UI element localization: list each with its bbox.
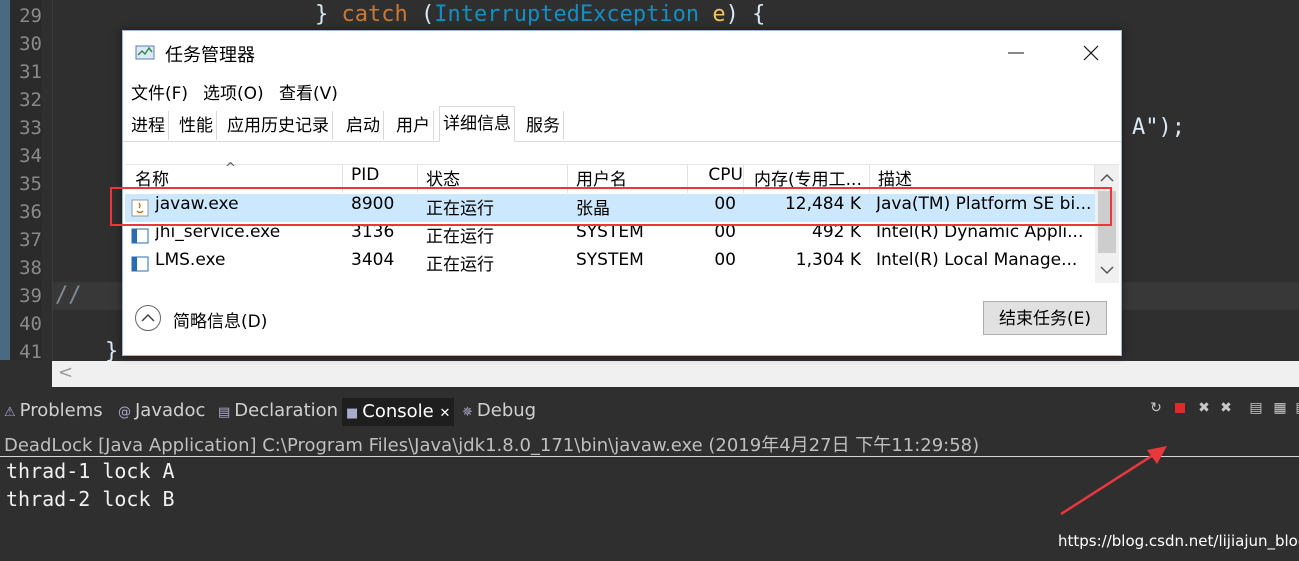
line-number: 29 bbox=[19, 5, 42, 27]
tab-processes[interactable]: 进程 bbox=[128, 111, 169, 140]
app-window-icon bbox=[131, 228, 149, 244]
console-icon: ■ bbox=[346, 406, 359, 421]
tab-startup[interactable]: 启动 bbox=[343, 111, 384, 140]
task-manager-icon bbox=[135, 45, 155, 60]
process-memory: 492 K bbox=[812, 222, 861, 242]
menu-file[interactable]: 文件(F) bbox=[131, 79, 188, 104]
remove-launch-icon[interactable]: ✖ bbox=[1195, 398, 1213, 418]
line-number: 32 bbox=[19, 89, 42, 111]
app-window-icon bbox=[131, 256, 149, 272]
line-number: 35 bbox=[19, 173, 42, 195]
process-status: 正在运行 bbox=[426, 227, 494, 247]
close-icon bbox=[1083, 45, 1099, 61]
tab-users[interactable]: 用户 bbox=[393, 111, 434, 140]
line-number: 34 bbox=[19, 145, 42, 167]
line-number: 33 bbox=[19, 117, 42, 139]
line-number: 39 bbox=[19, 285, 42, 307]
tab-performance[interactable]: 性能 bbox=[176, 111, 217, 140]
process-description: Intel(R) Dynamic Appli... bbox=[876, 222, 1084, 242]
menu-options[interactable]: 选项(O) bbox=[203, 79, 264, 104]
watermark: https://blog.csdn.net/lijiajun_blog bbox=[1058, 532, 1299, 550]
console-line: thrad-2 lock B bbox=[6, 487, 175, 511]
remove-all-icon[interactable]: ✖ bbox=[1217, 398, 1235, 418]
scroll-up-icon[interactable] bbox=[1100, 173, 1114, 183]
launch-description: DeadLock [Java Application] C:\Program F… bbox=[4, 435, 980, 456]
tab-services[interactable]: 服务 bbox=[523, 111, 564, 140]
code-line-33-tail: A"); bbox=[1132, 115, 1185, 140]
menu-bar: 文件(F) 选项(O) 查看(V) bbox=[123, 75, 1121, 105]
tab-problems[interactable]: ⚠ Problems bbox=[4, 400, 103, 426]
table-row[interactable]: jhi_service.exe 3136 正在运行 SYSTEM 00 492 … bbox=[125, 222, 1095, 250]
line-number: 40 bbox=[19, 313, 42, 335]
fewer-details-link[interactable]: 简略信息(D) bbox=[173, 307, 267, 332]
minimize-button[interactable] bbox=[986, 31, 1046, 75]
process-pid: 3404 bbox=[351, 250, 395, 270]
process-pid: 3136 bbox=[351, 222, 395, 242]
window-title: 任务管理器 bbox=[165, 45, 255, 66]
line-number: 31 bbox=[19, 61, 42, 83]
process-cpu: 00 bbox=[714, 222, 736, 242]
console-output[interactable]: thrad-1 lock A thrad-2 lock B bbox=[6, 457, 175, 513]
close-button[interactable] bbox=[1061, 31, 1121, 75]
tab-debug[interactable]: ✵ Debug bbox=[462, 400, 536, 426]
line-number: 38 bbox=[19, 257, 42, 279]
editor-marker-strip bbox=[0, 0, 10, 360]
terminate-icon[interactable] bbox=[1171, 398, 1189, 418]
javadoc-icon: @ bbox=[118, 405, 131, 420]
task-manager-footer: 简略信息(D) 结束任务(E) bbox=[123, 291, 1121, 355]
process-name: jhi_service.exe bbox=[155, 222, 281, 242]
tab-details[interactable]: 详细信息 bbox=[439, 106, 515, 142]
close-tab-icon[interactable]: ✕ bbox=[440, 406, 451, 421]
tab-app-history[interactable]: 应用历史记录 bbox=[224, 111, 333, 140]
table-row[interactable]: LMS.exe 3404 正在运行 SYSTEM 00 1,304 K Inte… bbox=[125, 250, 1095, 278]
tab-javadoc[interactable]: @ Javadoc bbox=[118, 400, 205, 426]
word-wrap-icon[interactable]: ▤ bbox=[1293, 398, 1299, 418]
annotation-arrow-icon bbox=[1060, 446, 1167, 516]
chevron-up-icon[interactable] bbox=[135, 305, 161, 331]
process-status: 正在运行 bbox=[426, 255, 494, 275]
problems-icon: ⚠ bbox=[4, 405, 16, 420]
end-task-button[interactable]: 结束任务(E) bbox=[983, 301, 1107, 335]
editor-horizontal-scrollbar[interactable] bbox=[52, 361, 1299, 387]
annotation-highlight-box bbox=[110, 187, 1112, 226]
tab-javadoc-label: Javadoc bbox=[135, 400, 206, 421]
tab-declaration[interactable]: ▤ Declaration bbox=[218, 400, 338, 426]
line-number: 30 bbox=[19, 33, 42, 55]
code-line-29: } catch (InterruptedException e) { bbox=[315, 2, 766, 27]
tab-problems-label: Problems bbox=[19, 400, 103, 421]
declaration-icon: ▤ bbox=[218, 405, 231, 420]
tab-console[interactable]: ■ Console ✕ bbox=[342, 398, 455, 426]
terminate-square-icon bbox=[1175, 403, 1185, 413]
chevron-up-glyph bbox=[141, 313, 155, 322]
line-number: 36 bbox=[19, 201, 42, 223]
scroll-left-icon[interactable]: < bbox=[58, 362, 73, 383]
clear-console-icon[interactable]: ▤ bbox=[1247, 398, 1265, 418]
process-user: SYSTEM bbox=[576, 250, 644, 270]
code-line-39-comment: // bbox=[55, 283, 82, 308]
tab-declaration-label: Declaration bbox=[234, 400, 339, 421]
title-bar[interactable]: 任务管理器 bbox=[123, 31, 1121, 75]
refresh-icon[interactable]: ↻ bbox=[1147, 398, 1165, 418]
menu-view[interactable]: 查看(V) bbox=[279, 79, 338, 104]
line-number: 37 bbox=[19, 229, 42, 251]
process-description: Intel(R) Local Manage... bbox=[876, 250, 1078, 270]
line-number: 41 bbox=[19, 341, 42, 363]
tab-debug-label: Debug bbox=[476, 400, 537, 421]
panel-tab-bar: ⚠ Problems @ Javadoc ▤ Declaration ■ Console… bbox=[0, 396, 1299, 428]
console-line: thrad-1 lock A bbox=[6, 459, 175, 483]
scroll-down-icon[interactable] bbox=[1100, 265, 1114, 275]
scroll-lock-icon[interactable]: ▦ bbox=[1271, 398, 1289, 418]
tab-console-label: Console bbox=[362, 401, 434, 422]
debug-icon: ✵ bbox=[462, 405, 473, 420]
process-cpu: 00 bbox=[714, 250, 736, 270]
tab-strip: 进程 性能 应用历史记录 启动 用户 详细信息 服务 bbox=[123, 105, 1121, 142]
process-user: SYSTEM bbox=[576, 222, 644, 242]
process-memory: 1,304 K bbox=[795, 250, 861, 270]
minimize-icon bbox=[1008, 52, 1024, 54]
process-name: LMS.exe bbox=[155, 250, 226, 270]
